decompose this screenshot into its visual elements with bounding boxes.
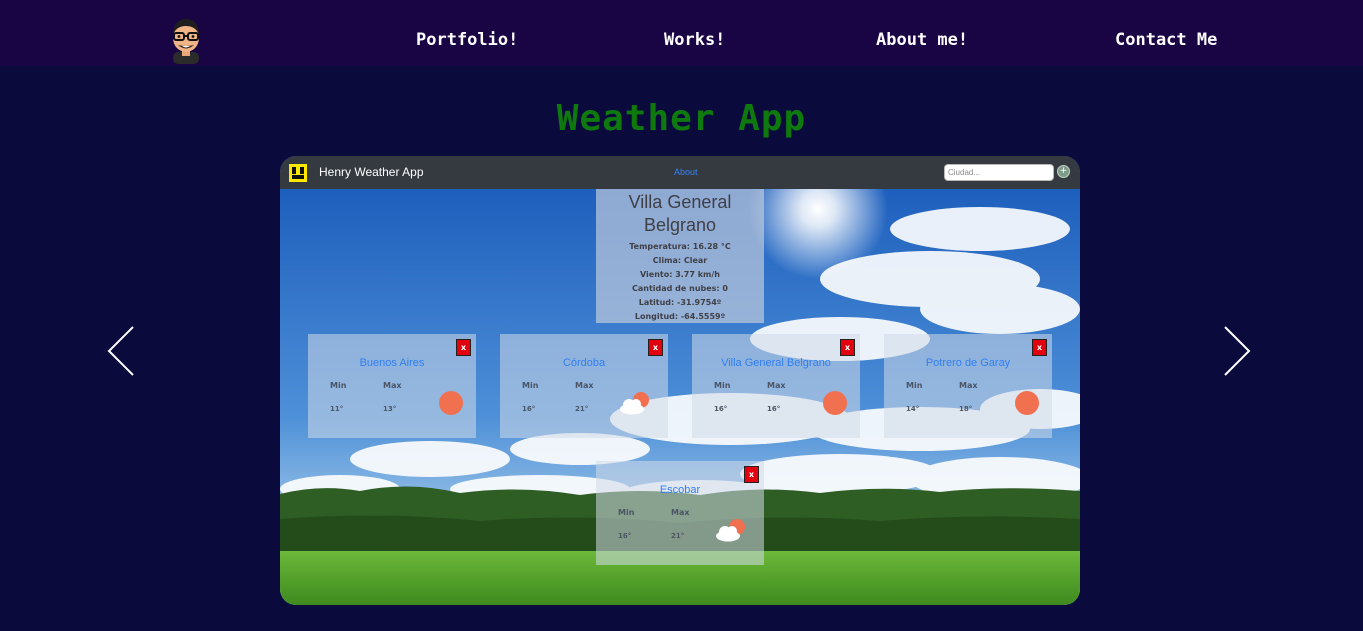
- detail-city-name: Villa General Belgrano: [628, 192, 732, 235]
- min-temp: 16°: [714, 405, 728, 413]
- max-temp: 21°: [575, 405, 589, 413]
- min-temp: 16°: [618, 532, 632, 540]
- max-label: Max: [383, 381, 402, 390]
- city-card: x Potrero de Garay Min Max 14° 18°: [884, 334, 1052, 438]
- add-city-button[interactable]: +: [1057, 165, 1070, 178]
- app-brand[interactable]: Henry Weather App: [319, 165, 424, 179]
- detail-weather: Clima: Clear: [652, 256, 708, 265]
- city-card: x Villa General Belgrano Min Max 16° 16°: [692, 334, 860, 438]
- close-button[interactable]: x: [1032, 339, 1047, 356]
- min-label: Min: [714, 381, 731, 390]
- min-temp: 14°: [906, 405, 920, 413]
- nav-link-about-me[interactable]: About me!: [876, 30, 968, 50]
- city-search-input[interactable]: [944, 164, 1054, 181]
- nav-link-portfolio[interactable]: Portfolio!: [416, 30, 518, 50]
- min-label: Min: [522, 381, 539, 390]
- city-card: x Escobar Min Max 16° 21°: [596, 461, 764, 565]
- max-temp: 21°: [671, 532, 685, 540]
- top-navbar: Portfolio! Works! About me! Contact Me: [0, 0, 1363, 66]
- nav-link-works[interactable]: Works!: [664, 30, 725, 50]
- app-logo-icon[interactable]: [289, 164, 307, 182]
- close-button[interactable]: x: [840, 339, 855, 356]
- app-about-link[interactable]: About: [674, 167, 698, 177]
- app-navbar: Henry Weather App About +: [280, 156, 1080, 189]
- close-button[interactable]: x: [648, 339, 663, 356]
- max-temp: 16°: [767, 405, 781, 413]
- close-button[interactable]: x: [744, 466, 759, 483]
- carousel-next-arrow-icon[interactable]: [1222, 325, 1252, 377]
- min-temp: 16°: [522, 405, 536, 413]
- min-temp: 11°: [330, 405, 344, 413]
- city-name-link[interactable]: Villa General Belgrano: [692, 357, 860, 369]
- sun-icon: [823, 391, 847, 415]
- sun-icon: [439, 391, 463, 415]
- max-temp: 18°: [959, 405, 973, 413]
- max-label: Max: [767, 381, 786, 390]
- detail-longitude: Longitud: -64.5559º: [634, 312, 726, 321]
- city-name-link[interactable]: Potrero de Garay: [884, 357, 1052, 369]
- min-label: Min: [906, 381, 923, 390]
- detail-clouds: Cantidad de nubes: 0: [632, 284, 728, 293]
- nav-link-contact-me[interactable]: Contact Me: [1115, 30, 1217, 50]
- app-preview: Henry Weather App About + Villa General …: [280, 156, 1080, 605]
- city-card: x Córdoba Min Max 16° 21°: [500, 334, 668, 438]
- min-label: Min: [330, 381, 347, 390]
- detail-temperature: Temperatura: 16.28 °C: [629, 242, 731, 251]
- max-label: Max: [671, 508, 690, 517]
- city-detail-card: Villa General Belgrano Temperatura: 16.2…: [596, 189, 764, 323]
- detail-latitude: Latitud: -31.9754º: [638, 298, 722, 307]
- city-name-link[interactable]: Buenos Aires: [308, 357, 476, 369]
- detail-wind: Viento: 3.77 km/h: [639, 270, 720, 279]
- sun-icon: [1015, 391, 1039, 415]
- close-button[interactable]: x: [456, 339, 471, 356]
- partly-cloudy-icon: [716, 519, 745, 542]
- page-title: Weather App: [556, 98, 807, 139]
- max-label: Max: [959, 381, 978, 390]
- min-label: Min: [618, 508, 635, 517]
- max-label: Max: [575, 381, 594, 390]
- city-card: x Buenos Aires Min Max 11° 13°: [308, 334, 476, 438]
- partly-cloudy-icon: [620, 392, 649, 415]
- carousel-prev-arrow-icon[interactable]: [106, 325, 136, 377]
- city-name-link[interactable]: Escobar: [596, 484, 764, 496]
- city-name-link[interactable]: Córdoba: [500, 357, 668, 369]
- max-temp: 13°: [383, 405, 397, 413]
- avatar[interactable]: [167, 16, 205, 64]
